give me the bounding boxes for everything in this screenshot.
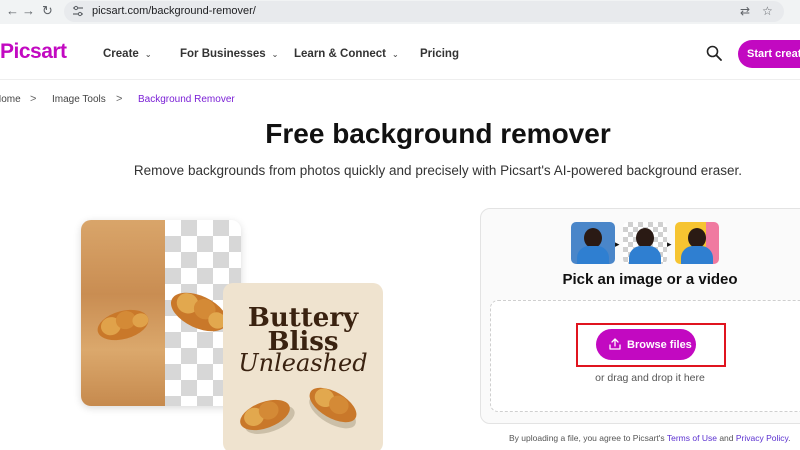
breadcrumb-image-tools[interactable]: Image Tools xyxy=(52,94,106,105)
breadcrumb-separator: > xyxy=(30,93,37,105)
poster-image: Buttery Bliss Unleashed xyxy=(223,283,383,450)
breadcrumb-background-remover: Background Remover xyxy=(138,94,235,105)
nav-create-label: Create xyxy=(103,48,139,60)
nav-learn-connect[interactable]: Learn & Connect ⌄ xyxy=(294,48,399,60)
person-shirt xyxy=(577,246,609,264)
chevron-down-icon: ⌄ xyxy=(271,50,279,59)
sample-photo-original xyxy=(571,222,615,264)
terms-and: and xyxy=(716,433,736,443)
site-settings-icon[interactable] xyxy=(72,5,84,17)
terms-suffix: . xyxy=(788,433,791,443)
browser-toolbar: ← → ↻ picsart.com/background-remover/ ⇄ … xyxy=(0,0,800,24)
upload-title: Pick an image or a video xyxy=(562,271,738,288)
upload-terms: By uploading a file, you agree to Picsar… xyxy=(509,433,791,443)
site-header: Picsart Create ⌄ For Businesses ⌄ Learn & … xyxy=(0,24,800,80)
nav-create[interactable]: Create ⌄ xyxy=(103,48,152,60)
nav-for-businesses[interactable]: For Businesses ⌄ xyxy=(180,48,278,60)
translate-icon[interactable]: ⇄ xyxy=(740,4,750,18)
nav-learn-connect-label: Learn & Connect xyxy=(294,48,387,60)
start-creating-button[interactable]: Start creating xyxy=(738,40,800,68)
search-icon[interactable] xyxy=(706,45,722,61)
nav-for-businesses-label: For Businesses xyxy=(180,48,266,60)
terms-prefix: By uploading a file, you agree to Picsar… xyxy=(509,433,667,443)
nav-pricing[interactable]: Pricing xyxy=(420,48,459,60)
person-head xyxy=(636,228,654,248)
highlight-box xyxy=(576,323,726,367)
url-text[interactable]: picsart.com/background-remover/ xyxy=(92,5,256,17)
sample-photo-new-bg xyxy=(675,222,719,264)
forward-arrow-icon[interactable]: → xyxy=(22,3,35,18)
person-shirt xyxy=(629,246,661,264)
person-head xyxy=(584,228,602,248)
page-title: Free background remover xyxy=(265,118,611,149)
nav-pricing-label: Pricing xyxy=(420,48,459,60)
person-shirt xyxy=(681,246,713,264)
poster-line-3: Unleashed xyxy=(238,349,368,377)
terms-of-use-link[interactable]: Terms of Use xyxy=(667,433,717,443)
reload-icon[interactable]: ↻ xyxy=(42,3,53,19)
breadcrumb-home[interactable]: Home xyxy=(0,94,21,105)
chevron-down-icon: ⌄ xyxy=(392,50,399,59)
drag-drop-hint: or drag and drop it here xyxy=(595,372,705,384)
croissant-image xyxy=(97,292,228,341)
chevron-down-icon: ⌄ xyxy=(144,50,152,59)
back-arrow-icon[interactable]: ← xyxy=(6,3,19,18)
privacy-policy-link[interactable]: Privacy Policy xyxy=(736,433,788,443)
before-after-illustration xyxy=(81,220,241,406)
star-icon[interactable]: ☆ xyxy=(762,4,773,18)
page-subtitle: Remove backgrounds from photos quickly a… xyxy=(133,163,743,178)
arrow-right-icon: ▸ xyxy=(615,239,620,249)
croissant-pair-image xyxy=(240,387,357,434)
address-bar[interactable]: picsart.com/background-remover/ ⇄ ☆ xyxy=(64,1,784,22)
person-head xyxy=(688,228,706,248)
breadcrumb-separator: > xyxy=(116,93,123,105)
picsart-logo[interactable]: Picsart xyxy=(0,40,67,64)
arrow-right-icon: ▸ xyxy=(667,239,672,249)
sample-photo-removed-bg xyxy=(623,222,667,264)
